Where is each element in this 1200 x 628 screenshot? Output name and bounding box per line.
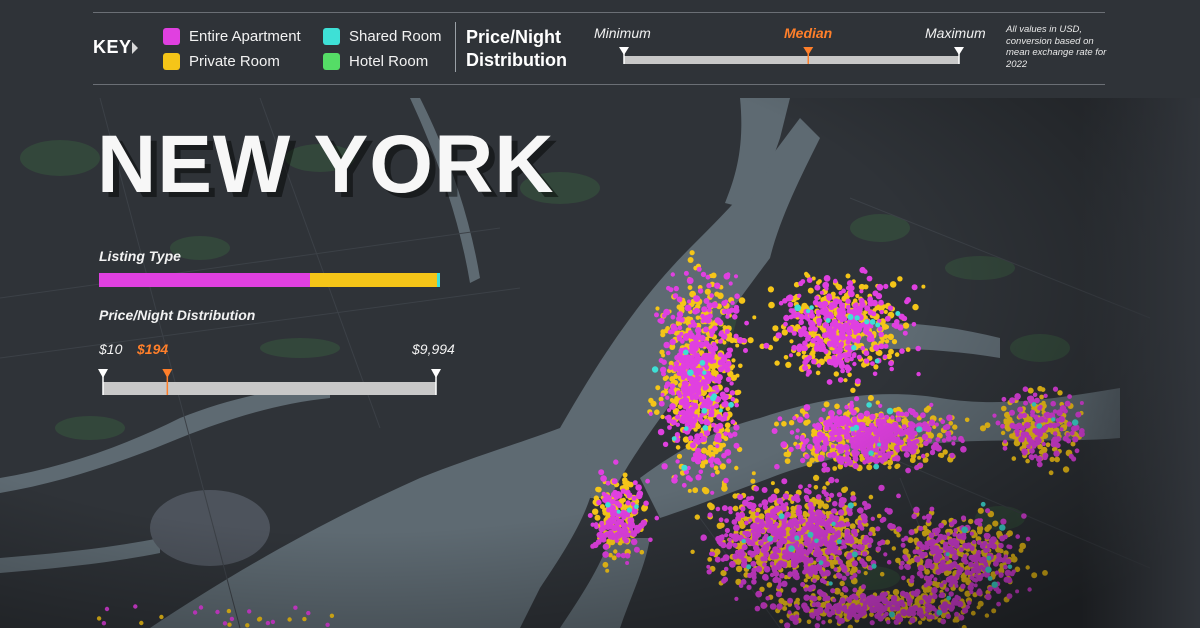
scale-min-marker-icon xyxy=(619,47,629,55)
header-price-scale xyxy=(619,47,964,64)
legend-shared-room: Shared Room xyxy=(323,28,442,45)
listing-type-segment-entire-apartment xyxy=(99,273,311,287)
city-title: NEW YORK xyxy=(97,119,555,210)
legend-swatch xyxy=(163,53,180,70)
city-min-marker-icon xyxy=(98,369,108,378)
chevron-right-icon xyxy=(132,42,138,54)
price-night-title: Price/Night Distribution xyxy=(466,27,567,70)
listing-type-segment-private-room xyxy=(310,273,437,287)
price-max-value: $9,994 xyxy=(412,341,455,357)
legend-label: Private Room xyxy=(189,53,280,70)
legend-entire-apartment: Entire Apartment xyxy=(163,28,301,45)
legend-label: Shared Room xyxy=(349,28,442,45)
right-fade xyxy=(1080,98,1200,628)
bottom-rule xyxy=(93,84,1105,85)
legend-hotel-room: Hotel Room xyxy=(323,53,428,70)
legend-swatch xyxy=(163,28,180,45)
listing-type-title: Listing Type xyxy=(99,248,181,264)
header-key-bar: KEY Entire Apartment Private Room Shared… xyxy=(0,0,1200,98)
city-price-scale xyxy=(98,369,441,395)
scale-bar xyxy=(624,56,959,64)
scale-min-label: Minimum xyxy=(594,25,651,41)
legend-swatch xyxy=(323,28,340,45)
listing-type-segment-shared-room xyxy=(436,273,440,287)
legend-label: Hotel Room xyxy=(349,53,429,70)
legend-label: Entire Apartment xyxy=(189,28,301,45)
scale-median-label: Median xyxy=(784,25,833,41)
legend-private-room: Private Room xyxy=(163,53,280,70)
scale-max-label: Maximum xyxy=(925,25,986,41)
price-distribution-title: Price/Night Distribution xyxy=(99,307,256,323)
top-rule xyxy=(93,12,1105,13)
currency-note: All values in USD, conversion based on m… xyxy=(1006,24,1107,70)
legend-swatch xyxy=(323,53,340,70)
scale-max-marker-icon xyxy=(954,47,964,55)
key-label: KEY xyxy=(93,37,132,57)
listing-type-bar xyxy=(99,273,440,287)
city-max-marker-icon xyxy=(431,369,441,378)
price-median-value: $194 xyxy=(137,341,169,357)
city-scale-bar xyxy=(103,382,436,395)
price-min-value: $10 xyxy=(99,341,123,357)
header-divider xyxy=(455,22,456,72)
